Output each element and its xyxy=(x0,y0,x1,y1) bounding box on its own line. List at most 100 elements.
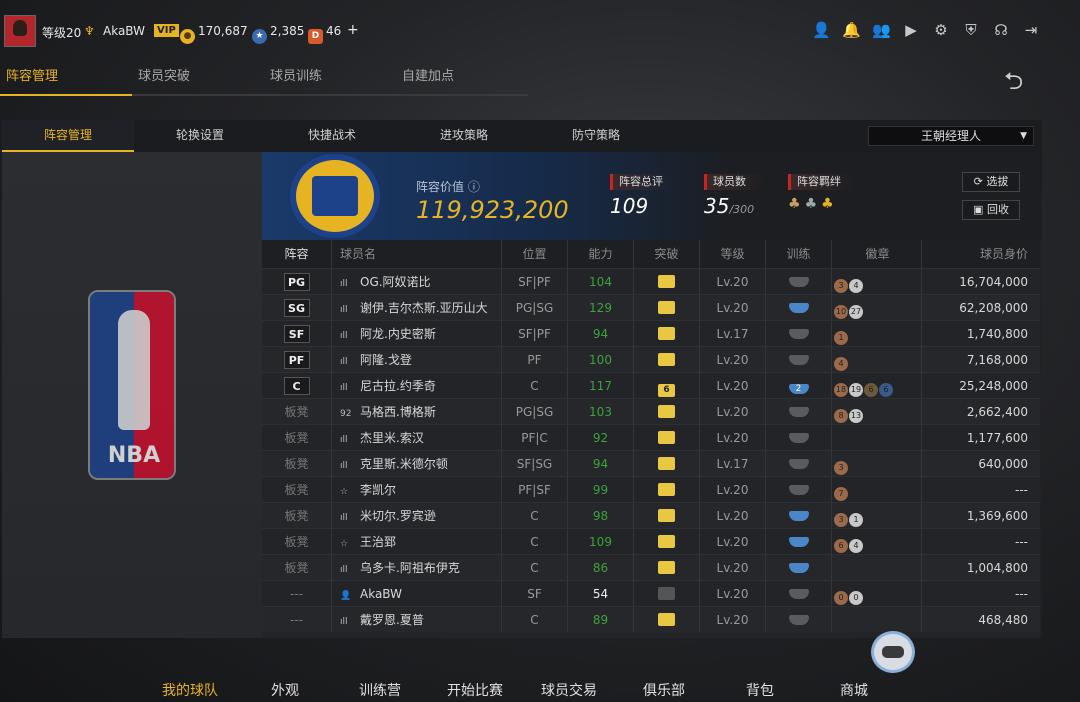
table-row[interactable]: SG ıll 谢伊.吉尔杰斯.亚历山大 PG|SG 129 Lv.20 10 27 62,208… xyxy=(262,294,1040,320)
crown-icon[interactable] xyxy=(658,431,675,444)
table-row[interactable]: 板凳 ıll 乌多卡.阿祖布伊克 C 86 Lv.20 1,004,800 xyxy=(262,554,1040,580)
shield-icon[interactable]: ⛨ xyxy=(962,22,980,38)
nav-appearance[interactable]: 外观 xyxy=(271,680,299,700)
subtab-defense[interactable]: 防守策略 xyxy=(530,120,662,152)
nav-training-camp[interactable]: 训练营 xyxy=(359,680,401,700)
name-cell[interactable]: ıll 尼古拉.约季奇 xyxy=(332,373,502,398)
name-cell[interactable]: ıll 米切尔.罗宾逊 xyxy=(332,503,502,528)
name-cell[interactable]: ıll 阿龙.内史密斯 xyxy=(332,321,502,346)
name-cell[interactable]: ☆ 李凯尔 xyxy=(332,477,502,502)
badge-icon[interactable]: 19 xyxy=(849,383,863,397)
name-cell[interactable]: ıll 阿隆.戈登 xyxy=(332,347,502,372)
lineup-cell[interactable]: PF xyxy=(262,347,332,372)
training-icon[interactable] xyxy=(788,433,809,443)
subtab-rotation[interactable]: 轮换设置 xyxy=(134,120,266,152)
table-row[interactable]: --- ıll 戴罗恩.夏普 C 89 Lv.20 468,480 xyxy=(262,606,1040,632)
nav-club[interactable]: 俱乐部 xyxy=(643,680,685,700)
training-icon[interactable] xyxy=(788,407,809,417)
badge-icon[interactable]: 4 xyxy=(849,539,863,553)
bell-icon[interactable]: 🔔 xyxy=(842,22,861,38)
training-icon[interactable] xyxy=(788,303,809,313)
badge-icon[interactable]: 6 xyxy=(864,383,878,397)
training-icon[interactable] xyxy=(788,589,809,599)
lineup-cell[interactable]: --- xyxy=(262,581,332,606)
badge-icon[interactable]: 4 xyxy=(834,357,848,371)
badge-icon[interactable]: 0 xyxy=(849,591,863,605)
crown-icon[interactable] xyxy=(658,561,675,574)
badge-icon[interactable]: 18 xyxy=(834,383,848,397)
col-training[interactable]: 训练 xyxy=(766,240,832,268)
name-cell[interactable]: 92 马格西.博格斯 xyxy=(332,399,502,424)
lineup-cell[interactable]: 板凳 xyxy=(262,555,332,580)
lineup-cell[interactable]: --- xyxy=(262,607,332,632)
add-currency-button[interactable]: + xyxy=(347,22,359,38)
badge-icon[interactable]: 4 xyxy=(849,279,863,293)
back-arrow-icon[interactable]: ⮌ xyxy=(1004,64,1023,105)
table-row[interactable]: PF ıll 阿隆.戈登 PF 100 Lv.20 4 7,168,000 xyxy=(262,346,1040,372)
col-salary[interactable]: 球员身价 xyxy=(922,240,1040,268)
training-icon[interactable] xyxy=(788,355,809,365)
nav-start-game[interactable]: 开始比赛 xyxy=(447,680,503,700)
training-icon[interactable] xyxy=(788,615,809,625)
crown-icon[interactable]: 6 xyxy=(658,384,675,397)
tab-lineup[interactable]: 阵容管理 xyxy=(0,68,132,96)
crown-icon[interactable] xyxy=(658,613,675,626)
subtab-offense[interactable]: 进攻策略 xyxy=(398,120,530,152)
exit-icon[interactable]: ⇥ xyxy=(1022,22,1040,38)
lineup-cell[interactable]: 板凳 xyxy=(262,477,332,502)
crown-icon[interactable] xyxy=(658,509,675,522)
profile-icon[interactable]: 👤 xyxy=(812,22,831,38)
crown-icon[interactable] xyxy=(658,535,675,548)
name-cell[interactable]: ıll 戴罗恩.夏普 xyxy=(332,607,502,632)
tab-training[interactable]: 球员训练 xyxy=(264,68,396,96)
training-icon[interactable] xyxy=(788,563,809,573)
table-row[interactable]: SF ıll 阿龙.内史密斯 SF|PF 94 Lv.17 1 1,740,800 xyxy=(262,320,1040,346)
crown-icon[interactable] xyxy=(658,275,675,288)
badge-icon[interactable]: 13 xyxy=(849,409,863,423)
nav-trade[interactable]: 球员交易 xyxy=(541,680,597,700)
lineup-cell[interactable]: C xyxy=(262,373,332,398)
name-cell[interactable]: ıll 杰里米.索汉 xyxy=(332,425,502,450)
table-row[interactable]: PG ıll OG.阿奴诺比 SF|PF 104 Lv.20 3 4 16,704,000 xyxy=(262,268,1040,294)
name-cell[interactable]: ıll 乌多卡.阿祖布伊克 xyxy=(332,555,502,580)
badge-icon[interactable]: 7 xyxy=(834,487,848,501)
table-row[interactable]: Cıll 尼古拉.约季奇 C 117 6 Lv.20 2 18 19 6 6 25,248,000 xyxy=(262,372,1040,398)
badge-icon[interactable]: 3 xyxy=(834,461,848,475)
badge-icon[interactable]: 0 xyxy=(834,591,848,605)
col-position[interactable]: 位置 xyxy=(502,240,568,268)
table-row[interactable]: 板凳 92 马格西.博格斯 PG|SG 103 Lv.20 8 13 2,662,400 xyxy=(262,398,1040,424)
chemistry-icons[interactable]: ♣ ♣ ♣ xyxy=(788,196,858,212)
table-row[interactable]: --- 👤 AkaBW SF 54 Lv.20 0 0 --- xyxy=(262,580,1040,606)
badge-icon[interactable]: 6 xyxy=(834,539,848,553)
nav-shop[interactable]: 商城 xyxy=(840,680,868,700)
headset-icon[interactable]: ☊ xyxy=(992,22,1010,38)
badge-icon[interactable]: 8 xyxy=(834,409,848,423)
badge-icon[interactable]: 1 xyxy=(849,513,863,527)
badge-icon[interactable]: 6 xyxy=(879,383,893,397)
table-row[interactable]: 板凳 ☆ 李凯尔 PF|SF 99 Lv.20 7 --- xyxy=(262,476,1040,502)
tab-custom-points[interactable]: 自建加点 xyxy=(396,68,528,96)
name-cell[interactable]: ıll 克里斯.米德尔顿 xyxy=(332,451,502,476)
name-cell[interactable]: ☆ 王治郅 xyxy=(332,529,502,554)
training-icon[interactable] xyxy=(788,329,809,339)
badge-icon[interactable]: 10 xyxy=(834,305,848,319)
help-icon[interactable]: ⓘ xyxy=(468,180,480,194)
col-badges[interactable]: 徽章 xyxy=(832,240,922,268)
crown-icon[interactable] xyxy=(658,483,675,496)
training-icon[interactable] xyxy=(788,277,809,287)
subtab-tactics[interactable]: 快捷战术 xyxy=(266,120,398,152)
crown-icon[interactable] xyxy=(658,301,675,314)
friends-icon[interactable]: 👥 xyxy=(872,22,891,38)
select-button[interactable]: ⟳ 选拔 xyxy=(962,172,1020,192)
crown-icon[interactable] xyxy=(658,327,675,340)
lineup-cell[interactable]: PG xyxy=(262,269,332,294)
col-lineup[interactable]: 阵容 xyxy=(262,240,332,268)
lineup-cell[interactable]: 板凳 xyxy=(262,529,332,554)
lineup-cell[interactable]: SG xyxy=(262,295,332,320)
training-icon[interactable]: 2 xyxy=(788,384,809,394)
crown-icon[interactable] xyxy=(658,353,675,366)
name-cell[interactable]: 👤 AkaBW xyxy=(332,581,502,606)
assistant-robot-icon[interactable] xyxy=(871,631,915,673)
avatar[interactable] xyxy=(4,15,36,47)
training-icon[interactable] xyxy=(788,511,809,521)
